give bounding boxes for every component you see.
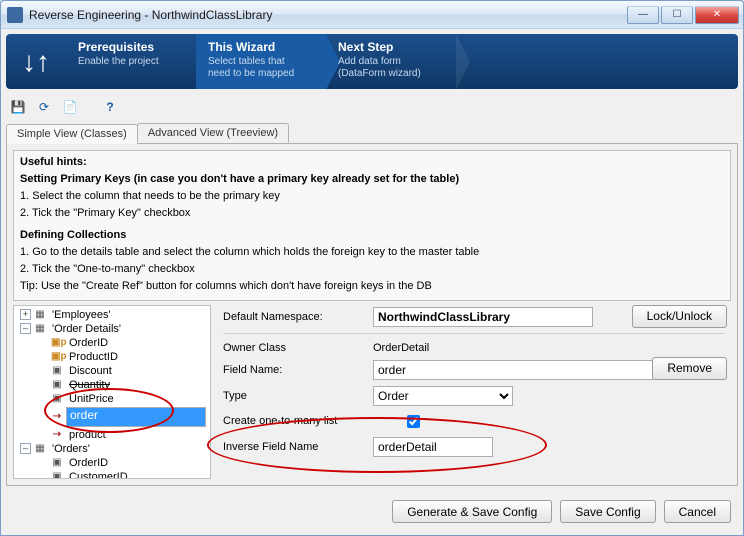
wizard-step-title: Prerequisites — [78, 40, 178, 54]
column-icon: ▣ — [51, 457, 63, 468]
column-icon: ▣ — [51, 379, 63, 390]
hints-coll-1: 1. Go to the details table and select th… — [20, 245, 724, 260]
tree-node-unitprice[interactable]: ▣UnitPrice — [16, 392, 208, 406]
inverse-field-input[interactable] — [373, 437, 493, 457]
reference-icon: ⇢ — [51, 429, 63, 440]
tree-node-productid[interactable]: ▣pProductID — [16, 350, 208, 364]
wizard-step-desc: Add data form (DataForm wizard) — [338, 56, 438, 80]
table-icon: ▦ — [34, 323, 46, 334]
type-label: Type — [223, 390, 373, 402]
properties-form: Default Namespace: Lock/Unlock Owner Cla… — [217, 305, 731, 479]
maximize-button[interactable]: ☐ — [661, 6, 693, 24]
pk-icon: ▣p — [51, 351, 63, 362]
column-icon: ▣ — [51, 365, 63, 376]
tree-node-discount[interactable]: ▣Discount — [16, 364, 208, 378]
toolbar: 💾 ⟳ 📄 ? — [6, 95, 738, 119]
table-icon: ▦ — [34, 443, 46, 454]
dialog-footer: Generate & Save Config Save Config Cance… — [392, 500, 731, 523]
wizard-step-prerequisites[interactable]: Prerequisites Enable the project — [66, 34, 196, 89]
field-name-label: Field Name: — [223, 364, 373, 376]
expand-icon[interactable]: + — [20, 309, 31, 320]
reference-icon: ⇢ — [51, 411, 63, 422]
tree-node-orders-orderid[interactable]: ▣OrderID — [16, 456, 208, 470]
table-icon: ▦ — [34, 309, 46, 320]
hints-panel: Useful hints: Setting Primary Keys (in c… — [13, 150, 731, 301]
one-to-many-checkbox[interactable] — [407, 415, 420, 428]
collapse-icon[interactable]: – — [20, 323, 31, 334]
pk-icon: ▣p — [51, 337, 63, 348]
wizard-banner: ↓↑ Prerequisites Enable the project This… — [6, 34, 738, 89]
remove-button[interactable]: Remove — [652, 357, 727, 380]
hints-pk-1: 1. Select the column that needs to be th… — [20, 189, 724, 204]
lock-unlock-button[interactable]: Lock/Unlock — [632, 305, 727, 328]
schema-tree[interactable]: + ▦ 'Employees' – ▦ 'Order Details' ▣pOr… — [13, 305, 211, 479]
owner-class-label: Owner Class — [223, 342, 373, 354]
app-icon — [7, 7, 23, 23]
wizard-step-desc: Enable the project — [78, 56, 178, 68]
wizard-step-next[interactable]: Next Step Add data form (DataForm wizard… — [326, 34, 456, 89]
wizard-step-this[interactable]: This Wizard Select tables that need to b… — [196, 34, 326, 89]
default-namespace-input[interactable] — [373, 307, 593, 327]
save-icon[interactable]: 💾 — [8, 97, 28, 117]
hints-pk-2: 2. Tick the "Primary Key" checkbox — [20, 206, 724, 221]
minimize-button[interactable]: — — [627, 6, 659, 24]
generate-save-config-button[interactable]: Generate & Save Config — [392, 500, 552, 523]
collapse-icon[interactable]: – — [20, 443, 31, 454]
hints-title: Useful hints: — [20, 155, 724, 170]
tab-strip: Simple View (Classes) Advanced View (Tre… — [6, 123, 738, 144]
tab-simple-view[interactable]: Simple View (Classes) — [6, 124, 138, 144]
wizard-step-title: Next Step — [338, 40, 438, 54]
hints-coll-2: 2. Tick the "One-to-many" checkbox — [20, 262, 724, 277]
hints-coll-3: Tip: Use the "Create Ref" button for col… — [20, 279, 724, 294]
close-button[interactable]: ✕ — [695, 6, 739, 24]
tree-node-order-details[interactable]: – ▦ 'Order Details' — [16, 322, 208, 336]
type-select[interactable]: Order — [373, 386, 513, 406]
tree-node-orders-customerid[interactable]: ▣CustomerID — [16, 470, 208, 479]
hints-coll-title: Defining Collections — [20, 229, 126, 241]
help-icon[interactable]: ? — [100, 97, 120, 117]
tab-content: Useful hints: Setting Primary Keys (in c… — [6, 144, 738, 486]
tree-node-orderid[interactable]: ▣pOrderID — [16, 336, 208, 350]
window-title: Reverse Engineering - NorthwindClassLibr… — [29, 8, 627, 22]
column-icon: ▣ — [51, 471, 63, 479]
inverse-field-label: Inverse Field Name — [223, 441, 373, 453]
tree-node-order[interactable]: ⇢order — [16, 406, 208, 428]
hints-pk-title: Setting Primary Keys (in case you don't … — [20, 173, 459, 185]
tab-advanced-view[interactable]: Advanced View (Treeview) — [137, 123, 289, 143]
tree-node-quantity[interactable]: ▣Quantity — [16, 378, 208, 392]
document-icon[interactable]: 📄 — [60, 97, 80, 117]
tree-node-employees[interactable]: + ▦ 'Employees' — [16, 308, 208, 322]
save-config-button[interactable]: Save Config — [560, 500, 655, 523]
default-namespace-label: Default Namespace: — [223, 311, 373, 323]
refresh-icon[interactable]: ⟳ — [34, 97, 54, 117]
column-icon: ▣ — [51, 393, 63, 404]
tree-node-orders[interactable]: – ▦ 'Orders' — [16, 442, 208, 456]
window-titlebar: Reverse Engineering - NorthwindClassLibr… — [0, 0, 744, 28]
wizard-logo-icon: ↓↑ — [6, 34, 66, 89]
wizard-step-desc: Select tables that need to be mapped — [208, 56, 308, 80]
tree-node-product[interactable]: ⇢product — [16, 428, 208, 442]
client-area: ↓↑ Prerequisites Enable the project This… — [0, 28, 744, 536]
owner-class-value: OrderDetail — [373, 342, 429, 354]
cancel-button[interactable]: Cancel — [664, 500, 731, 523]
field-name-input[interactable] — [373, 360, 673, 380]
wizard-step-title: This Wizard — [208, 40, 308, 54]
one-to-many-label: Create one-to-many list — [223, 415, 403, 427]
